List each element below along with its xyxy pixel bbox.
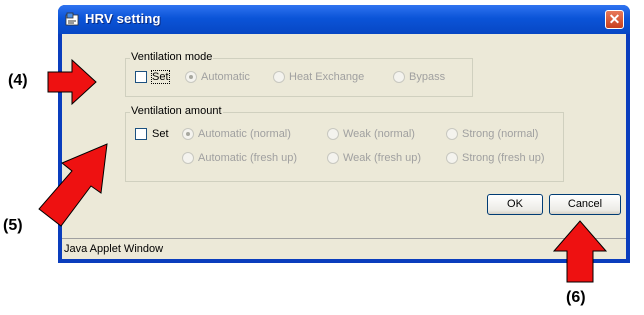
callout-5: (5) [3, 217, 23, 234]
annotation-layer [38, 58, 608, 283]
arrow-4-icon [47, 58, 97, 106]
callout-4: (4) [8, 72, 28, 89]
arrow-5-icon [38, 143, 108, 227]
arrow-6-icon [552, 220, 608, 283]
callout-6: (6) [566, 289, 586, 306]
